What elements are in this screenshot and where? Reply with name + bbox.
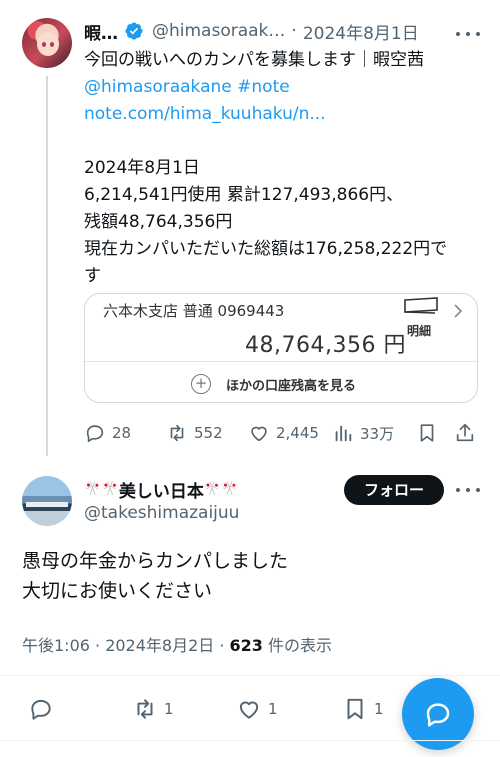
replier-avatar[interactable] [22, 476, 72, 526]
heart-icon [239, 701, 259, 719]
avatar-face [37, 32, 59, 56]
retweet-button[interactable]: 552 [166, 420, 223, 446]
analytics-icon [335, 425, 352, 442]
parent-tweet-header: 暇… @himasoraak… · 2024年8月1日 [84, 18, 494, 44]
retweet-count: 1 [164, 700, 174, 718]
share-button[interactable] [454, 420, 476, 446]
passbook-icon [404, 297, 438, 314]
views-count: 623 [229, 636, 263, 655]
text-line: 大切にお使いください [22, 580, 213, 602]
like-button[interactable]: 2,445 [248, 420, 319, 446]
card-divider [85, 361, 477, 362]
balance-amount: 48,764,356 円 [245, 333, 406, 358]
plus-circle-icon: + [191, 374, 211, 394]
replier-name: 美しい日本 [118, 481, 204, 502]
divider [0, 675, 500, 676]
divider [0, 740, 500, 741]
avatar-train-strip [26, 502, 68, 507]
text-line: 2024年8月1日 [84, 158, 200, 178]
verified-badge-icon [125, 22, 143, 40]
reply-icon [31, 699, 51, 720]
text-line: 愚母の年金からカンパしました [22, 550, 289, 572]
reply-button[interactable] [28, 696, 54, 722]
views-label: 件の表示 [262, 636, 333, 655]
retweet-icon [137, 699, 153, 719]
bookmark-button[interactable]: 1 [342, 696, 384, 722]
tweet-timestamp[interactable]: 午後1:06 · 2024年8月2日 · [22, 636, 230, 655]
text-line [84, 128, 484, 155]
retweet-count: 552 [194, 424, 223, 442]
like-count: 2,445 [276, 424, 319, 442]
reply-icon [86, 425, 104, 443]
crossed-flags-icon: 🎌 [203, 481, 222, 497]
bank-screenshot-card[interactable]: 六本木支店 普通 0969443 明細 48,764,356 円 + ほかの口座… [84, 293, 478, 403]
mention-hashtag-link[interactable]: @himasoraakane #note [84, 74, 484, 101]
retweet-icon [170, 424, 184, 442]
author-name[interactable]: 暇… [84, 19, 118, 44]
parent-tweet-text: 今回の戦いへのカンパを募集します｜暇空茜 @himasoraakane #not… [84, 47, 484, 290]
share-icon [456, 423, 474, 442]
crossed-flags-icon: 🎌 [101, 481, 119, 497]
text-line: す [84, 266, 101, 286]
thread-line [46, 76, 48, 456]
text-line: 今回の戦いへのカンパを募集します｜暇空茜 [84, 50, 424, 70]
views-count: 33万 [360, 424, 395, 443]
crossed-flags-icon: 🎌 [84, 481, 102, 497]
like-count: 1 [268, 700, 278, 718]
chevron-right-icon [454, 304, 463, 318]
more-options-icon[interactable] [456, 480, 480, 500]
bank-account-label: 六本木支店 普通 0969443 [103, 302, 285, 320]
more-options-icon[interactable] [456, 24, 480, 44]
text-line: 残額48,764,356円 [84, 212, 233, 232]
parent-tweet-actions: 28 552 2,445 33万 [84, 420, 484, 446]
bookmark-icon [347, 698, 363, 720]
reply-count: 28 [112, 424, 132, 442]
heart-icon [251, 426, 267, 442]
replier-handle[interactable]: @takeshimazaijuu [84, 503, 239, 523]
chat-bubble-icon [426, 703, 450, 727]
author-handle[interactable]: @himasoraak… [152, 21, 285, 41]
tweet-date[interactable]: 2024年8月1日 [303, 19, 419, 44]
note-url-link[interactable]: note.com/hima_kuuhaku/n... [84, 101, 484, 128]
retweet-button[interactable]: 1 [132, 696, 174, 722]
like-button[interactable]: 1 [236, 696, 278, 722]
main-tweet-text: 愚母の年金からカンパしました 大切にお使いください [22, 546, 288, 606]
reply-button[interactable]: 28 [84, 420, 131, 446]
bookmark-icon [420, 424, 434, 442]
bookmark-button[interactable] [416, 420, 438, 446]
bookmark-count: 1 [374, 700, 384, 718]
separator-dot: · [291, 21, 297, 41]
crossed-flags-icon: 🎌 [221, 481, 239, 497]
follow-button[interactable]: フォロー [344, 475, 444, 505]
text-line: 6,214,541円使用 累計127,493,866円、 [84, 185, 404, 205]
views-button[interactable]: 33万 [332, 420, 394, 446]
avatar-eye [42, 42, 46, 47]
avatar-eye [50, 42, 54, 47]
replier-name-row[interactable]: 🎌 🎌 美しい日本 🎌 🎌 [84, 476, 239, 502]
text-line: 現在カンパいただいた総額は176,258,222円で [84, 239, 448, 259]
tweet-meta: 午後1:06 · 2024年8月2日 · 623 件の表示 [22, 632, 332, 656]
statement-label: 明細 [407, 324, 432, 338]
other-accounts-label: ほかの口座残高を見る [226, 379, 357, 394]
author-avatar[interactable] [22, 18, 72, 68]
